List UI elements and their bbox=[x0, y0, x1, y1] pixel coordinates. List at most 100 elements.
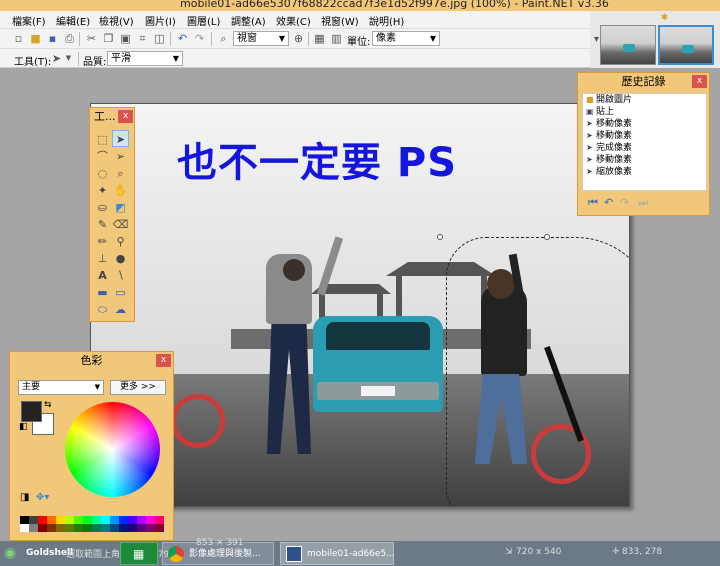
redo-icon[interactable]: ↷ bbox=[620, 196, 629, 209]
history-item[interactable]: ➤ 縮放像素 bbox=[583, 166, 706, 178]
fast-forward-icon[interactable]: ⏭ bbox=[638, 196, 648, 210]
menu-help[interactable]: 說明(H) bbox=[369, 13, 404, 28]
grid-icon[interactable]: ▦ bbox=[313, 32, 326, 45]
palette-swatch[interactable] bbox=[119, 516, 128, 524]
palette-swatch[interactable] bbox=[20, 524, 29, 532]
paintbrush-icon[interactable]: ✎ bbox=[94, 216, 111, 233]
rounded-rectangle-icon[interactable]: ▭ bbox=[112, 284, 129, 301]
image-thumbnail-active[interactable] bbox=[658, 25, 714, 65]
tools-panel-close-button[interactable]: x bbox=[118, 110, 133, 123]
rectangle-icon[interactable]: ▬ bbox=[94, 284, 111, 301]
reset-colors-icon[interactable]: ◧ bbox=[19, 422, 28, 432]
gradient-icon[interactable]: ◩ bbox=[112, 199, 129, 216]
cut-icon[interactable]: ✂ bbox=[85, 32, 98, 45]
ellipse-select-icon[interactable]: ◌ bbox=[94, 165, 111, 182]
palette-swatch[interactable] bbox=[74, 516, 83, 524]
palette-swatch[interactable] bbox=[92, 516, 101, 524]
ruler-icon[interactable]: ▥ bbox=[330, 32, 343, 45]
menu-edit[interactable]: 編輯(E) bbox=[56, 13, 90, 28]
palette-swatch[interactable] bbox=[38, 524, 47, 532]
palette-swatch[interactable] bbox=[110, 516, 119, 524]
undo-icon[interactable]: ↶ bbox=[604, 196, 613, 209]
lasso-select-icon[interactable]: ⌒ bbox=[94, 148, 111, 165]
save-icon[interactable]: ▪ bbox=[46, 32, 59, 45]
menu-layers[interactable]: 圖層(L) bbox=[187, 13, 220, 28]
eraser-icon[interactable]: ⌫ bbox=[112, 216, 129, 233]
color-mode-select[interactable]: 主要 ▼ bbox=[18, 380, 104, 395]
move-selected-icon[interactable]: ➤ bbox=[112, 130, 129, 147]
menu-file[interactable]: 檔案(F) bbox=[12, 13, 46, 28]
palette-swatch[interactable] bbox=[110, 524, 119, 532]
history-panel-close-button[interactable]: x bbox=[692, 75, 707, 88]
print-icon[interactable]: ⎙ bbox=[63, 32, 76, 45]
palette-swatch[interactable] bbox=[101, 524, 110, 532]
crop-icon[interactable]: ⌗ bbox=[136, 32, 149, 45]
palette-swatch[interactable] bbox=[146, 524, 155, 532]
palette-swatch[interactable] bbox=[119, 524, 128, 532]
swap-colors-icon[interactable]: ⇆ bbox=[44, 400, 52, 410]
primary-color-swatch[interactable] bbox=[21, 401, 42, 422]
palette-swatch[interactable] bbox=[20, 516, 29, 524]
palette-swatch[interactable] bbox=[92, 524, 101, 532]
zoom-out-icon[interactable]: ⌕ bbox=[217, 32, 230, 45]
palette-swatch[interactable] bbox=[47, 524, 56, 532]
palette-swatch[interactable] bbox=[137, 524, 146, 532]
menu-adjustments[interactable]: 調整(A) bbox=[231, 13, 266, 28]
palette-swatch[interactable] bbox=[128, 516, 137, 524]
image-thumbnail[interactable] bbox=[600, 25, 656, 65]
palette-swatch[interactable] bbox=[74, 524, 83, 532]
zoom-combo[interactable]: 視窗 ▼ bbox=[233, 31, 289, 46]
text-icon[interactable]: A bbox=[94, 267, 111, 284]
clone-stamp-icon[interactable]: ⊥ bbox=[94, 250, 111, 267]
more-colors-button[interactable]: 更多 >> bbox=[110, 380, 166, 395]
deselect-icon[interactable]: ◫ bbox=[153, 32, 166, 45]
palette-swatch[interactable] bbox=[29, 524, 38, 532]
history-item[interactable]: ➤ 移動像素 bbox=[583, 118, 706, 130]
paste-icon[interactable]: ▣ bbox=[119, 32, 132, 45]
history-item[interactable]: ➤ 完成像素 bbox=[583, 142, 706, 154]
start-logo-icon[interactable]: ◉ bbox=[4, 542, 16, 565]
freeform-shape-icon[interactable]: ☁ bbox=[112, 301, 129, 318]
taskbar-store-button[interactable]: ▦ bbox=[120, 542, 158, 565]
color-picker-icon[interactable]: ⚲ bbox=[112, 233, 129, 250]
palette-swatch[interactable] bbox=[128, 524, 137, 532]
menu-view[interactable]: 檢視(V) bbox=[99, 13, 134, 28]
palette-menu-icon[interactable]: ✥▾ bbox=[36, 492, 49, 503]
palette-swatch[interactable] bbox=[65, 516, 74, 524]
menu-effects[interactable]: 效果(C) bbox=[276, 13, 311, 28]
paint-bucket-icon[interactable]: ⛀ bbox=[94, 199, 111, 216]
colors-panel-close-button[interactable]: x bbox=[156, 354, 171, 367]
color-wheel[interactable] bbox=[65, 402, 160, 497]
history-item[interactable]: ■ 開啟圖片 bbox=[583, 94, 706, 106]
rectangle-select-icon[interactable]: ⬚ bbox=[94, 131, 111, 148]
recolor-icon[interactable]: ● bbox=[112, 250, 129, 267]
zoom-in-icon[interactable]: ⊕ bbox=[292, 32, 305, 45]
palette-swatch[interactable] bbox=[65, 524, 74, 532]
palette-swatch[interactable] bbox=[47, 516, 56, 524]
pan-icon[interactable]: ✋ bbox=[112, 182, 129, 199]
selection-outline[interactable] bbox=[446, 237, 629, 506]
open-folder-icon[interactable]: ■ bbox=[29, 32, 42, 45]
chevron-down-icon[interactable]: ▼ bbox=[62, 52, 75, 65]
menu-image[interactable]: 圖片(I) bbox=[145, 13, 176, 28]
palette-swatch[interactable] bbox=[83, 524, 92, 532]
rewind-icon[interactable]: ⏮ bbox=[588, 196, 598, 210]
history-item[interactable]: ➤ 移動像素 bbox=[583, 130, 706, 142]
palette-swatch[interactable] bbox=[101, 516, 110, 524]
magic-wand-icon[interactable]: ✦ bbox=[94, 182, 111, 199]
palette-swatch[interactable] bbox=[38, 516, 47, 524]
undo-icon[interactable]: ↶ bbox=[176, 32, 189, 45]
add-color-icon[interactable]: ◨ bbox=[20, 492, 29, 503]
move-selection-icon[interactable]: ➢ bbox=[112, 148, 129, 165]
copy-icon[interactable]: ❐ bbox=[102, 32, 115, 45]
palette-swatch[interactable] bbox=[29, 516, 38, 524]
selection-handle[interactable] bbox=[544, 234, 550, 240]
menu-window[interactable]: 視窗(W) bbox=[321, 13, 359, 28]
taskbar-paintnet-button[interactable]: mobile01-ad66e5... bbox=[280, 542, 395, 565]
ellipse-icon[interactable]: ⬭ bbox=[94, 301, 111, 318]
selection-handle[interactable] bbox=[437, 234, 443, 240]
palette-swatch[interactable] bbox=[83, 516, 92, 524]
history-item[interactable]: ➤ 移動像素 bbox=[583, 154, 706, 166]
palette-swatch[interactable] bbox=[56, 516, 65, 524]
color-palette[interactable] bbox=[20, 516, 165, 532]
